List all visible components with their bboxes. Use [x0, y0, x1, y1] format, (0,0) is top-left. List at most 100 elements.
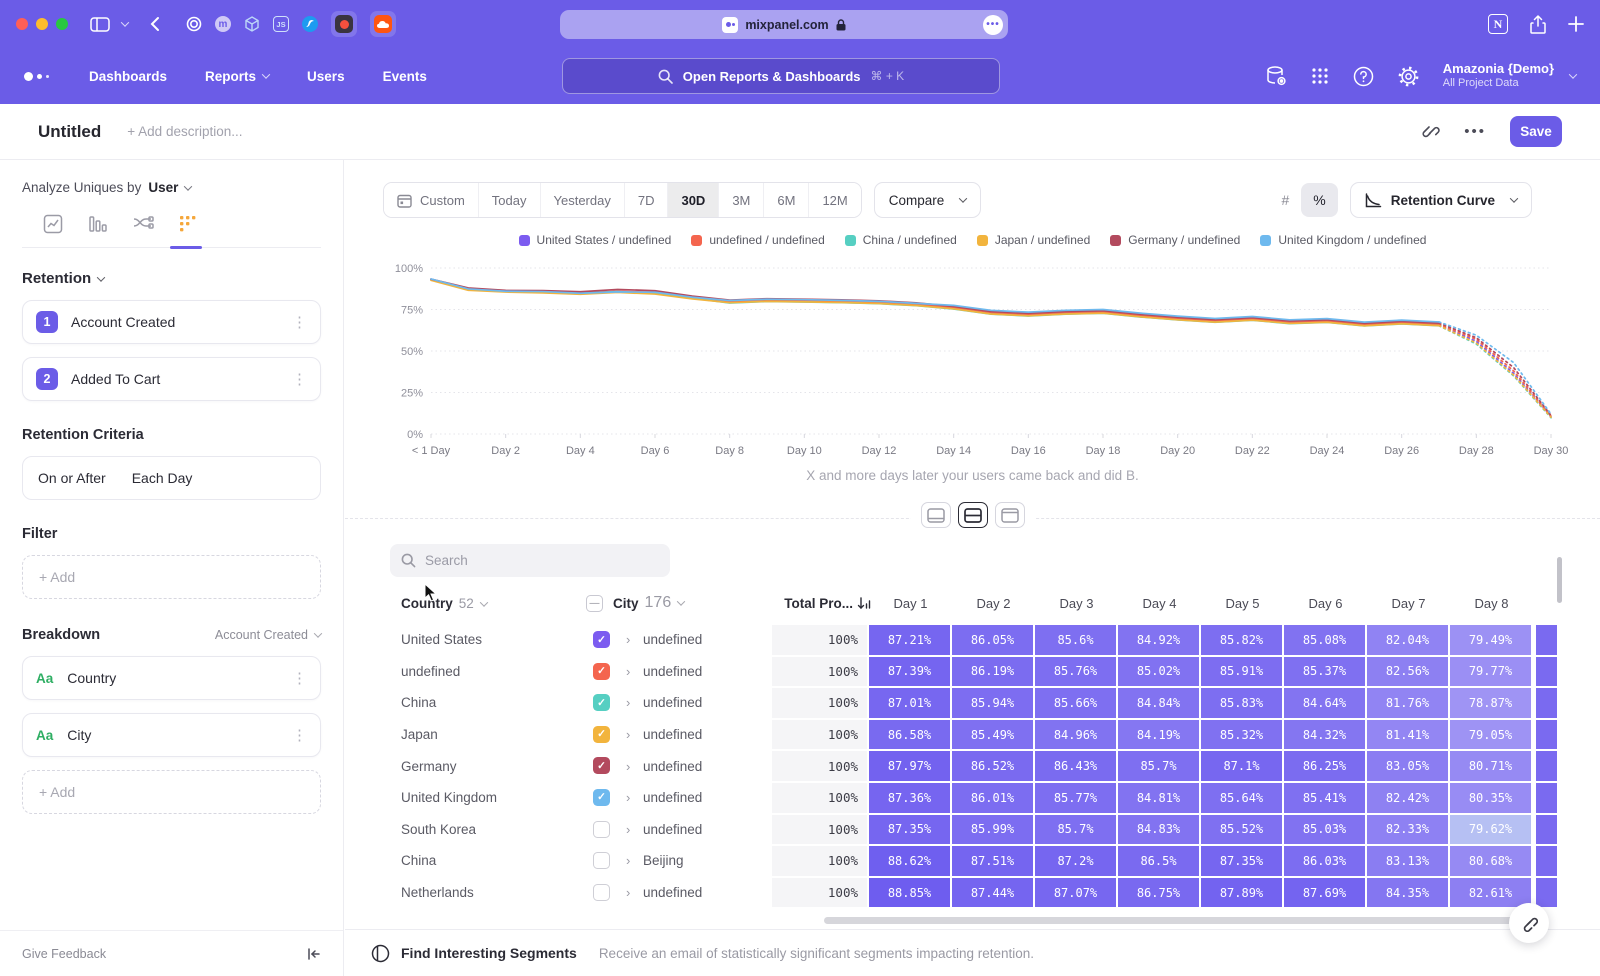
expand-row-icon[interactable]: › — [626, 687, 630, 719]
day-column-header[interactable]: Day 1 — [869, 596, 952, 611]
expand-row-icon[interactable]: › — [626, 814, 630, 846]
nav-users[interactable]: Users — [307, 69, 345, 84]
retention-value-cell[interactable]: 79.62% — [1450, 815, 1531, 845]
extension-m-icon[interactable]: m — [215, 16, 231, 32]
retention-value-cell[interactable]: 88.85% — [869, 878, 950, 908]
retention-value-cell[interactable]: 79.49% — [1450, 625, 1531, 655]
nav-reports[interactable]: Reports — [205, 69, 269, 84]
breakdown-card-city[interactable]: Aa City ⋮ — [22, 713, 321, 757]
retention-value-cell[interactable]: 87.35% — [869, 815, 950, 845]
expand-row-icon[interactable]: › — [626, 656, 630, 688]
table-search-input[interactable]: Search — [390, 544, 670, 577]
retention-value-cell[interactable]: 86.75% — [1118, 878, 1199, 908]
range-custom[interactable]: Custom — [384, 183, 478, 217]
retention-value-cell[interactable]: 87.51% — [952, 846, 1033, 876]
range-7d[interactable]: 7D — [624, 183, 668, 217]
retention-value-cell[interactable]: 86.05% — [952, 625, 1033, 655]
retention-value-cell[interactable]: 85.99% — [952, 815, 1033, 845]
range-3m[interactable]: 3M — [718, 183, 763, 217]
table-row[interactable]: Netherlands›undefined100%88.85%87.44%87.… — [345, 877, 1600, 909]
day-column-header[interactable]: Day 8 — [1450, 596, 1533, 611]
retention-value-cell[interactable]: 84.92% — [1118, 625, 1199, 655]
retention-value-cell[interactable]: 80.35% — [1450, 783, 1531, 813]
retention-value-cell[interactable]: 86.58% — [869, 720, 950, 750]
retention-value-cell[interactable]: 85.03% — [1284, 815, 1365, 845]
settings-gear-icon[interactable] — [1398, 66, 1419, 87]
retention-value-cell[interactable]: 84.64% — [1284, 688, 1365, 718]
range-6m[interactable]: 6M — [763, 183, 808, 217]
table-row[interactable]: Japan✓›undefined100%86.58%85.49%84.96%84… — [345, 719, 1600, 751]
extension-cube-icon[interactable] — [244, 16, 260, 32]
retention-value-cell[interactable]: 80.68% — [1450, 846, 1531, 876]
share-link-button[interactable] — [1509, 903, 1549, 943]
minimize-window-button[interactable] — [36, 18, 48, 30]
extension-cloud-icon[interactable] — [370, 11, 396, 37]
kebab-menu-icon[interactable]: ⋮ — [292, 313, 307, 331]
retention-value-cell[interactable]: 85.7% — [1118, 751, 1199, 781]
retention-value-cell[interactable]: 85.37% — [1284, 657, 1365, 687]
step-card-account-created[interactable]: 1 Account Created ⋮ — [22, 300, 321, 344]
maximize-window-button[interactable] — [56, 18, 68, 30]
expand-row-icon[interactable]: › — [626, 845, 630, 877]
retention-value-cell[interactable]: 87.39% — [869, 657, 950, 687]
retention-value-cell[interactable]: 87.69% — [1284, 878, 1365, 908]
breakdown-scope-dropdown[interactable]: Account Created — [215, 628, 321, 642]
retention-value-cell[interactable]: 87.2% — [1035, 846, 1116, 876]
range-30d[interactable]: 30D — [667, 183, 718, 217]
retention-value-cell[interactable]: 88.62% — [869, 846, 950, 876]
extension-record-icon[interactable] — [331, 11, 357, 37]
compare-button[interactable]: Compare — [874, 182, 982, 218]
tab-retention[interactable] — [175, 211, 201, 237]
share-icon[interactable] — [1530, 15, 1546, 34]
expand-row-icon[interactable]: › — [626, 877, 630, 909]
retention-value-cell[interactable]: 85.52% — [1201, 815, 1282, 845]
expand-row-icon[interactable]: › — [626, 750, 630, 782]
criteria-each-day[interactable]: Each Day — [132, 470, 193, 486]
table-row[interactable]: United States✓›undefined100%87.21%86.05%… — [345, 624, 1600, 656]
series-checkbox[interactable]: ✓ — [593, 789, 610, 806]
range-today[interactable]: Today — [478, 183, 540, 217]
retention-value-cell[interactable]: 87.89% — [1201, 878, 1282, 908]
copy-link-icon[interactable] — [1422, 123, 1440, 141]
retention-value-cell[interactable]: 87.35% — [1201, 846, 1282, 876]
kebab-menu-icon[interactable]: ⋮ — [292, 726, 307, 744]
percent-toggle[interactable]: % — [1301, 183, 1337, 217]
tab-overview-chevron-icon[interactable] — [121, 18, 129, 26]
retention-value-cell[interactable]: 82.33% — [1367, 815, 1448, 845]
table-row[interactable]: China›Beijing100%88.62%87.51%87.2%86.5%8… — [345, 845, 1600, 877]
close-window-button[interactable] — [16, 18, 28, 30]
retention-value-cell[interactable]: 85.91% — [1201, 657, 1282, 687]
layout-split-button[interactable] — [958, 502, 988, 528]
retention-value-cell[interactable]: 85.6% — [1035, 625, 1116, 655]
retention-value-cell[interactable]: 81.76% — [1367, 688, 1448, 718]
retention-value-cell[interactable]: 85.49% — [952, 720, 1033, 750]
breakdown-card-country[interactable]: Aa Country ⋮ — [22, 656, 321, 700]
add-filter-button[interactable]: + Add — [22, 555, 321, 599]
series-checkbox[interactable]: ✓ — [593, 663, 610, 680]
day-column-header[interactable]: Day 7 — [1367, 596, 1450, 611]
select-all-checkbox[interactable]: — — [586, 595, 603, 612]
retention-value-cell[interactable]: 82.61% — [1450, 878, 1531, 908]
tab-funnels[interactable] — [85, 211, 111, 237]
horizontal-scrollbar[interactable] — [824, 917, 1518, 924]
retention-value-cell[interactable]: 87.36% — [869, 783, 950, 813]
range-yesterday[interactable]: Yesterday — [540, 183, 624, 217]
retention-value-cell[interactable]: 87.1% — [1201, 751, 1282, 781]
series-checkbox[interactable]: ✓ — [593, 757, 610, 774]
retention-value-cell[interactable]: 85.64% — [1201, 783, 1282, 813]
retention-value-cell[interactable]: 84.35% — [1367, 878, 1448, 908]
retention-value-cell[interactable]: 85.82% — [1201, 625, 1282, 655]
retention-value-cell[interactable]: 85.41% — [1284, 783, 1365, 813]
series-checkbox[interactable] — [593, 821, 610, 838]
save-button[interactable]: Save — [1510, 116, 1562, 147]
retention-value-cell[interactable]: 80.71% — [1450, 751, 1531, 781]
table-row[interactable]: Germany✓›undefined100%87.97%86.52%86.43%… — [345, 750, 1600, 782]
retention-value-cell[interactable]: 85.08% — [1284, 625, 1365, 655]
absolute-numbers-toggle[interactable]: # — [1269, 183, 1301, 217]
global-search-input[interactable]: Open Reports & Dashboards ⌘ + K — [562, 58, 1000, 94]
extension-js-icon[interactable]: JS — [273, 16, 289, 32]
criteria-on-or-after[interactable]: On or After — [38, 470, 106, 486]
range-12m[interactable]: 12M — [808, 183, 860, 217]
retention-value-cell[interactable]: 86.03% — [1284, 846, 1365, 876]
retention-value-cell[interactable]: 82.42% — [1367, 783, 1448, 813]
